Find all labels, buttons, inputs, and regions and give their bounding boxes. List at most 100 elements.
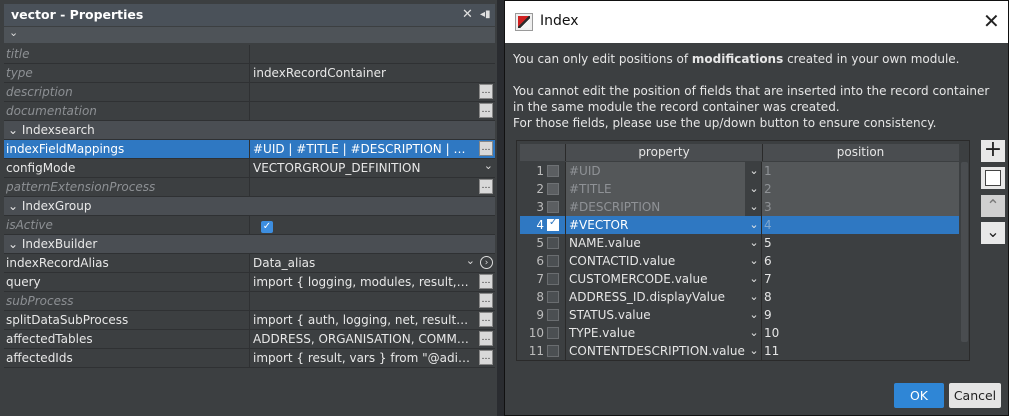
property-value[interactable] [251, 178, 497, 196]
chevron-down-icon[interactable]: ⌄ [747, 234, 762, 252]
table-row[interactable]: 3 #DESCRIPTION ⌄ 3 [520, 198, 959, 216]
section-indexsearch[interactable]: ⌄ Indexsearch [4, 121, 495, 140]
table-row[interactable]: 1 #UID ⌄ 1 [520, 162, 959, 180]
table-row[interactable]: 5 NAME.value ⌄ 5 [520, 234, 959, 252]
property-cell[interactable]: ADDRESS_ID.displayValue [565, 288, 745, 306]
ok-button[interactable]: OK [894, 383, 944, 408]
position-cell[interactable]: 1 [762, 162, 959, 180]
chevron-down-icon[interactable]: ⌄ [8, 199, 22, 213]
column-header-position[interactable]: position [762, 144, 959, 161]
isactive-checkbox[interactable]: ✓ [261, 221, 273, 233]
position-cell[interactable]: 2 [762, 180, 959, 198]
row-checkbox[interactable] [547, 291, 559, 303]
ellipsis-button[interactable]: … [479, 84, 493, 99]
ellipsis-button[interactable]: … [479, 141, 493, 156]
chevron-down-icon[interactable]: ⌄ [747, 342, 762, 360]
property-cell[interactable]: #UID [565, 162, 745, 180]
row-checkbox[interactable] [547, 327, 559, 339]
property-cell[interactable]: #TITLE [565, 180, 745, 198]
chevron-down-icon[interactable]: ⌄ [747, 216, 762, 234]
row-checkbox[interactable] [547, 217, 559, 231]
position-cell[interactable]: 7 [762, 270, 959, 288]
property-value[interactable] [251, 292, 497, 310]
table-row[interactable]: 11 CONTENTDESCRIPTION.value ⌄ 11 [520, 342, 959, 360]
row-checkbox[interactable] [547, 309, 559, 321]
property-row-isactive[interactable]: isActive ✓ [4, 216, 495, 235]
ellipsis-button[interactable]: … [479, 103, 493, 118]
position-cell[interactable]: 10 [762, 324, 959, 342]
property-row-subprocess[interactable]: subProcess … [4, 292, 495, 311]
property-value[interactable]: #UID | #TITLE | #DESCRIPTION | #VECTOR [251, 140, 497, 158]
remove-button[interactable] [981, 167, 1005, 189]
ellipsis-button[interactable]: … [479, 274, 493, 289]
property-cell[interactable]: STATUS.value [565, 306, 745, 324]
row-checkbox[interactable] [547, 183, 559, 195]
chevron-down-icon[interactable]: ⌄ [9, 26, 18, 39]
table-row[interactable]: 4#VECTOR⌄4 [520, 216, 959, 234]
property-row-configmode[interactable]: configMode VECTORGROUP_DEFINITION ⌄ [4, 159, 495, 178]
row-checkbox[interactable] [547, 201, 559, 213]
property-value[interactable]: ✓ [251, 216, 497, 234]
chevron-down-icon[interactable]: ⌄ [747, 162, 762, 180]
property-value[interactable]: import { result, vars } from "@aditosoft… [251, 349, 497, 367]
property-cell[interactable]: CONTENTDESCRIPTION.value [565, 342, 745, 360]
property-row-affectedtables[interactable]: affectedTables ADDRESS, ORGANISATION, CO… [4, 330, 495, 349]
table-row[interactable]: 6 CONTACTID.value ⌄ 6 [520, 252, 959, 270]
chevron-down-icon[interactable]: ⌄ [8, 123, 22, 137]
property-value[interactable] [251, 83, 497, 101]
chevron-down-icon[interactable]: ⌄ [747, 288, 762, 306]
column-header-property[interactable]: property [565, 144, 763, 161]
property-cell[interactable]: CONTACTID.value [565, 252, 745, 270]
ellipsis-button[interactable]: … [479, 293, 493, 308]
chevron-down-icon[interactable]: ⌄ [8, 237, 22, 251]
property-row-splitdatasubprocess[interactable]: splitDataSubProcess import { auth, loggi… [4, 311, 495, 330]
property-row-title[interactable]: title [4, 45, 495, 64]
table-row[interactable]: 10 TYPE.value ⌄ 10 [520, 324, 959, 342]
cancel-button[interactable]: Cancel [949, 383, 1001, 408]
property-row-documentation[interactable]: documentation … [4, 102, 495, 121]
position-cell[interactable]: 5 [762, 234, 959, 252]
chevron-down-icon[interactable]: ⌄ [747, 306, 762, 324]
property-row-query[interactable]: query import { logging, modules, result,… [4, 273, 495, 292]
position-cell[interactable]: 8 [762, 288, 959, 306]
property-cell[interactable]: NAME.value [565, 234, 745, 252]
property-row-type[interactable]: type indexRecordContainer [4, 64, 495, 83]
table-row[interactable]: 9 STATUS.value ⌄ 9 [520, 306, 959, 324]
property-value[interactable] [251, 45, 497, 63]
property-value[interactable]: Data_alias [251, 254, 497, 272]
position-cell[interactable]: 3 [762, 198, 959, 216]
chevron-down-icon[interactable]: ⌄ [747, 180, 762, 198]
chevron-down-icon[interactable]: ⌄ [484, 159, 493, 172]
table-row[interactable]: 8 ADDRESS_ID.displayValue ⌄ 8 [520, 288, 959, 306]
property-row-affectedids[interactable]: affectedIds import { result, vars } from… [4, 349, 495, 368]
property-value[interactable]: VECTORGROUP_DEFINITION [251, 159, 497, 177]
row-checkbox[interactable] [547, 237, 559, 249]
property-cell[interactable]: CUSTOMERCODE.value [565, 270, 745, 288]
close-icon[interactable]: ✕ [983, 9, 1000, 33]
navigate-arrow-icon[interactable]: › [480, 256, 493, 269]
table-row[interactable]: 2 #TITLE ⌄ 2 [520, 180, 959, 198]
chevron-down-icon[interactable]: ⌄ [747, 252, 762, 270]
row-checkbox[interactable] [547, 165, 559, 177]
property-row-indexfieldmappings[interactable]: indexFieldMappings #UID | #TITLE | #DESC… [4, 140, 495, 159]
ellipsis-button[interactable]: … [479, 312, 493, 327]
table-row[interactable]: 7 CUSTOMERCODE.value ⌄ 7 [520, 270, 959, 288]
chevron-down-icon[interactable]: ⌄ [747, 270, 762, 288]
add-button[interactable]: + [981, 139, 1005, 162]
property-value[interactable]: indexRecordContainer [251, 64, 497, 82]
section-indexgroup[interactable]: ⌄ IndexGroup [4, 197, 495, 216]
property-cell[interactable]: TYPE.value [565, 324, 745, 342]
row-checkbox[interactable] [547, 273, 559, 285]
move-down-button[interactable]: ⌄ [981, 222, 1005, 244]
row-checkbox[interactable] [547, 255, 559, 267]
property-value[interactable] [251, 102, 497, 120]
ellipsis-button[interactable]: … [479, 179, 493, 194]
property-value[interactable]: import { auth, logging, net, result, uti… [251, 311, 497, 329]
position-cell[interactable]: 4 [762, 216, 959, 234]
move-up-button[interactable]: ⌃ [981, 195, 1005, 217]
position-cell[interactable]: 9 [762, 306, 959, 324]
ellipsis-button[interactable]: … [479, 331, 493, 346]
property-row-indexrecordalias[interactable]: indexRecordAlias Data_alias ⌄ › [4, 254, 495, 273]
vertical-scrollbar[interactable] [961, 162, 968, 342]
chevron-down-icon[interactable]: ⌄ [747, 198, 762, 216]
